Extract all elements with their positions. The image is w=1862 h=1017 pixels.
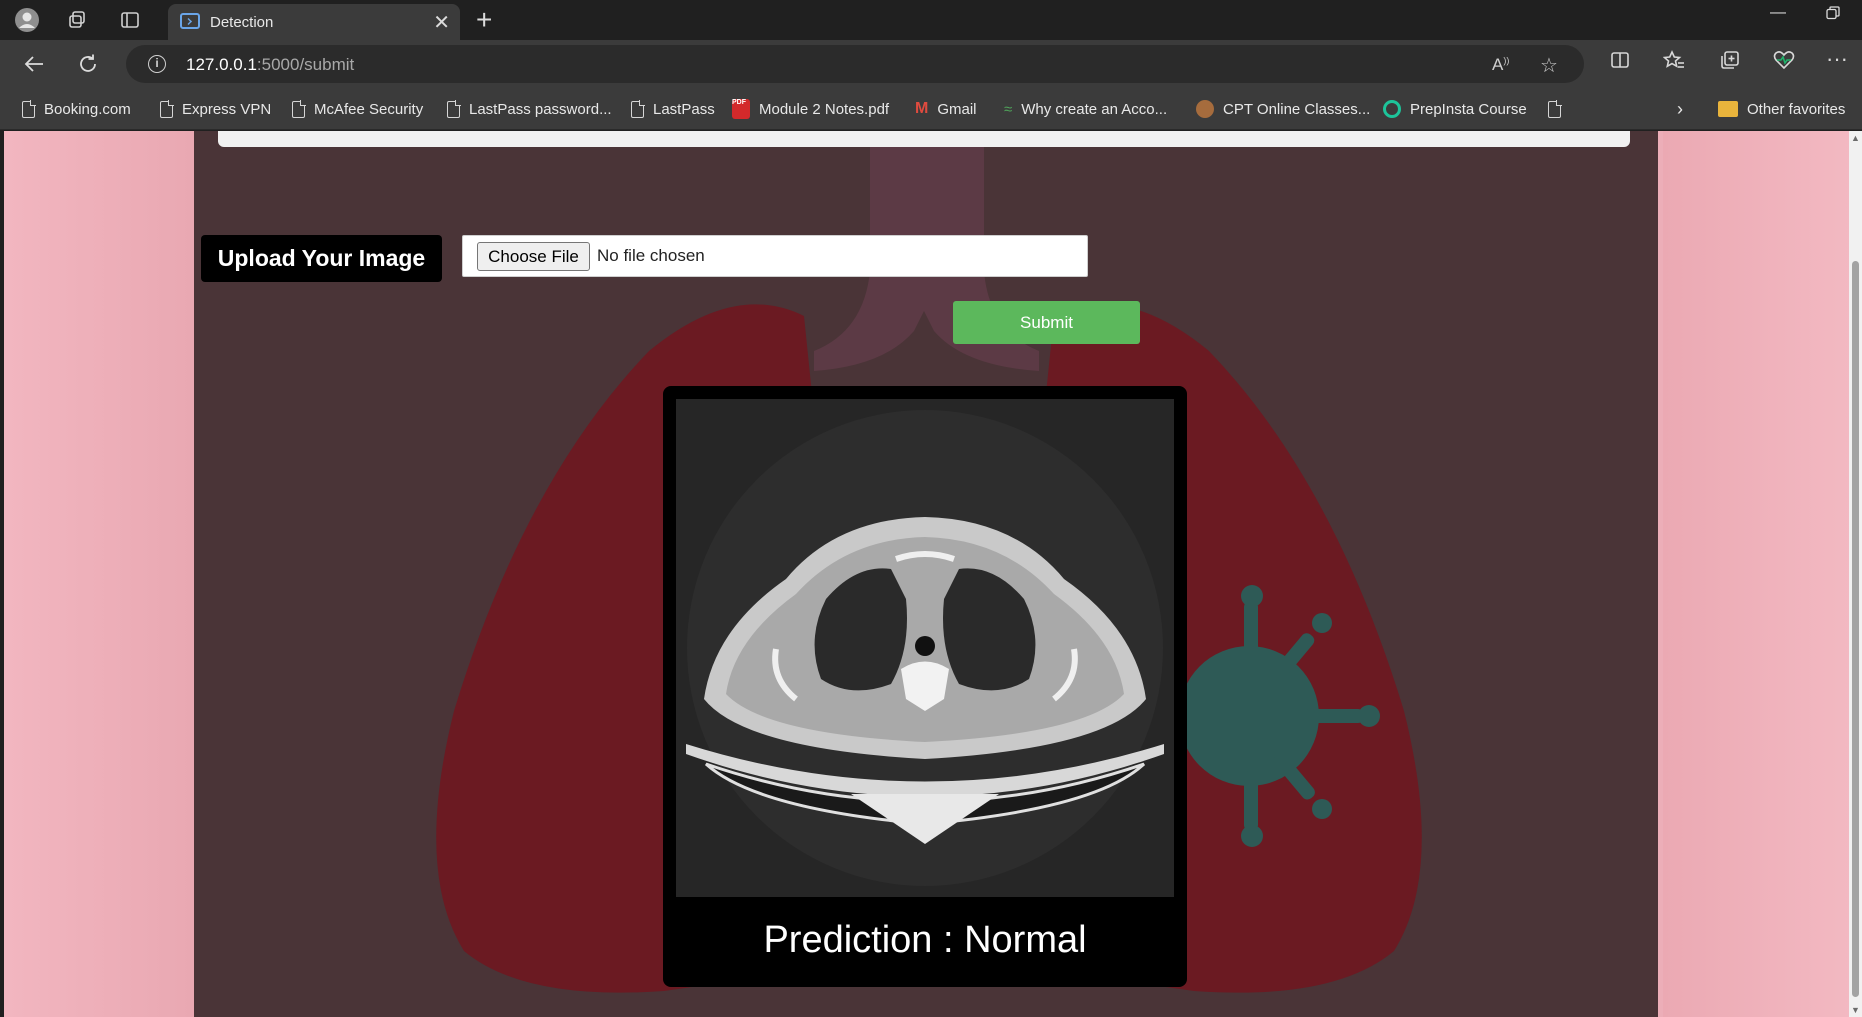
refresh-icon[interactable]	[74, 50, 102, 78]
bookmarks-overflow-chevron-icon[interactable]: ›	[1677, 98, 1683, 120]
new-tab-button[interactable]: +	[476, 4, 492, 36]
prepinsta-icon	[1383, 100, 1401, 118]
bookmark-cpt-online[interactable]: CPT Online Classes...	[1196, 98, 1370, 120]
title-bar: Detection ✕ + —	[0, 0, 1862, 40]
bookmark-untitled[interactable]	[1548, 98, 1570, 120]
bookmark-label: Why create an Acco...	[1021, 100, 1168, 118]
bookmark-express-vpn[interactable]: Express VPN	[160, 98, 271, 120]
page-icon	[447, 99, 461, 118]
file-input[interactable]: Choose File No file chosen	[462, 235, 1088, 277]
url-host: 127.0.0.1	[186, 55, 257, 74]
more-options-icon[interactable]: ···	[1823, 46, 1851, 72]
bookmark-label: PrepInsta Course	[1410, 100, 1527, 118]
prediction-text: Prediction : Normal	[763, 919, 1087, 961]
other-favorites[interactable]: Other favorites	[1718, 98, 1845, 120]
tab-title: Detection	[210, 14, 274, 31]
folder-icon	[1718, 101, 1738, 117]
page-icon	[22, 99, 36, 118]
bookmark-label: Express VPN	[182, 100, 272, 118]
page-icon	[292, 99, 306, 118]
page-icon	[631, 99, 645, 118]
other-favorites-label: Other favorites	[1747, 100, 1846, 118]
bookmark-why-create-account[interactable]: ≈ Why create an Acco...	[1004, 98, 1167, 120]
url-path: :5000/submit	[256, 55, 355, 74]
bookmark-label: CPT Online Classes...	[1223, 100, 1371, 118]
file-status-text: No file chosen	[597, 246, 705, 265]
bookmarks-bar: Booking.com Express VPN McAfee Security …	[0, 88, 1862, 130]
gmail-icon: M	[915, 100, 929, 117]
workspaces-icon[interactable]	[62, 6, 92, 34]
background-left	[4, 131, 194, 1017]
read-aloud-icon[interactable]: A))	[1492, 55, 1509, 75]
profile-avatar-icon[interactable]	[12, 6, 42, 34]
site-info-icon[interactable]: i	[148, 55, 166, 73]
bookmark-label: LastPass password...	[469, 100, 612, 118]
header-bar-edge	[218, 131, 1630, 147]
bookmark-label: McAfee Security	[314, 100, 424, 118]
scroll-down-arrow-icon[interactable]: ▼	[1851, 1005, 1860, 1015]
bookmark-gmail[interactable]: M Gmail	[915, 98, 977, 120]
minimize-icon[interactable]: —	[1770, 4, 1786, 22]
result-card: Prediction : Normal	[663, 386, 1187, 987]
bookmark-label: LastPass	[653, 100, 715, 118]
page-icon	[160, 99, 174, 118]
scroll-up-arrow-icon[interactable]: ▲	[1851, 133, 1860, 143]
ct-scan-image	[676, 399, 1174, 897]
browser-essentials-icon[interactable]	[1770, 50, 1798, 76]
main-content: Upload Your Image Choose File No file ch…	[194, 131, 1658, 1017]
page-icon	[1548, 99, 1562, 118]
address-bar[interactable]: i 127.0.0.1:5000/submit A)) ☆	[126, 45, 1584, 83]
bookmark-module-2-notes[interactable]: PDF Module 2 Notes.pdf	[732, 98, 889, 120]
page-favicon-icon	[180, 13, 200, 29]
bookmark-mcafee[interactable]: McAfee Security	[292, 98, 423, 120]
page-scrollbar[interactable]: ▲ ▼	[1849, 131, 1862, 1017]
bookmark-lastpass-password[interactable]: LastPass password...	[447, 98, 612, 120]
upload-image-label: Upload Your Image	[201, 235, 442, 282]
submit-button[interactable]: Submit	[953, 301, 1140, 344]
bookmark-lastpass[interactable]: LastPass	[631, 98, 715, 120]
page-viewport: Upload Your Image Choose File No file ch…	[4, 131, 1853, 1017]
cat-icon	[1196, 100, 1214, 118]
close-tab-icon[interactable]: ✕	[433, 10, 450, 35]
scrollbar-thumb[interactable]	[1852, 261, 1859, 997]
tab-detection[interactable]: Detection ✕	[168, 4, 460, 40]
url-text[interactable]: 127.0.0.1:5000/submit	[186, 55, 354, 75]
background-right	[1663, 131, 1853, 1017]
bookmark-label: Booking.com	[44, 100, 131, 118]
favorite-star-icon[interactable]: ☆	[1540, 53, 1558, 78]
split-screen-icon[interactable]	[1606, 50, 1634, 76]
vertical-tabs-icon[interactable]	[115, 6, 145, 34]
restore-icon[interactable]	[1826, 6, 1840, 25]
bookmark-label: Gmail	[937, 100, 977, 118]
choose-file-button[interactable]: Choose File	[477, 242, 590, 271]
pdf-icon: PDF	[732, 99, 750, 119]
browser-toolbar: i 127.0.0.1:5000/submit A)) ☆ ···	[0, 40, 1862, 88]
bookmark-prepinsta[interactable]: PrepInsta Course	[1383, 98, 1527, 120]
leaf-icon: ≈	[1004, 100, 1013, 118]
favorites-icon[interactable]	[1660, 50, 1688, 76]
bookmark-booking[interactable]: Booking.com	[22, 98, 131, 120]
bookmark-label: Module 2 Notes.pdf	[759, 100, 890, 118]
collections-icon[interactable]	[1716, 50, 1744, 76]
back-arrow-icon[interactable]	[20, 50, 48, 78]
